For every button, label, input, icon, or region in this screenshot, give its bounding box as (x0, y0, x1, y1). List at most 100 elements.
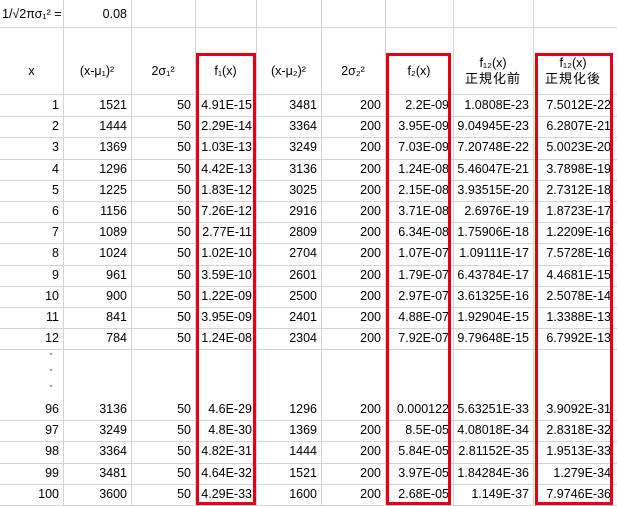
cell-f1[interactable]: 7.26E-12 (195, 201, 256, 222)
cell-two-sigma1-sq[interactable]: 50 (131, 159, 195, 180)
cell-f12-normalized[interactable]: 1.8723E-17 (533, 201, 615, 222)
cell-x[interactable]: 7 (0, 222, 63, 243)
cell-f2[interactable]: 7.92E-07 (385, 328, 453, 349)
cell-x[interactable]: 9 (0, 265, 63, 286)
cell-f12-raw[interactable]: 2.81152E-35 (453, 441, 533, 462)
cell-f2[interactable]: 3.97E-05 (385, 463, 453, 484)
cell-sq-diff-2[interactable]: 2304 (256, 328, 321, 349)
cell-sq-diff-1[interactable]: 1296 (63, 159, 131, 180)
cell-f1[interactable]: 1.83E-12 (195, 180, 256, 201)
cell-f12-normalized[interactable]: 2.7312E-18 (533, 180, 615, 201)
cell-sq-diff-1[interactable]: 1156 (63, 201, 131, 222)
cell-f12-normalized[interactable]: 5.0023E-20 (533, 137, 615, 158)
cell-f12-raw[interactable]: 1.84284E-36 (453, 463, 533, 484)
cell-f1[interactable]: 4.42E-13 (195, 159, 256, 180)
cell-f12-raw[interactable]: 6.43784E-17 (453, 265, 533, 286)
cell-x[interactable]: 10 (0, 286, 63, 307)
cell-sq-diff-2[interactable]: 3364 (256, 116, 321, 137)
cell-two-sigma2-sq[interactable]: 200 (321, 420, 385, 441)
cell-two-sigma2-sq[interactable]: 200 (321, 116, 385, 137)
cell-two-sigma2-sq[interactable]: 200 (321, 286, 385, 307)
cell-x[interactable]: 97 (0, 420, 63, 441)
cell-f1[interactable]: 1.02E-10 (195, 243, 256, 264)
param-value[interactable]: 0.08 (63, 2, 131, 26)
cell-two-sigma1-sq[interactable]: 50 (131, 328, 195, 349)
cell-two-sigma2-sq[interactable]: 200 (321, 222, 385, 243)
cell-f12-raw[interactable]: 9.79648E-15 (453, 328, 533, 349)
cell-two-sigma1-sq[interactable]: 50 (131, 201, 195, 222)
cell-two-sigma1-sq[interactable]: 50 (131, 180, 195, 201)
cell-x[interactable]: 1 (0, 95, 63, 116)
cell-f12-raw[interactable]: 1.0808E-23 (453, 95, 533, 116)
cell-f2[interactable]: 1.07E-07 (385, 243, 453, 264)
cell-sq-diff-2[interactable]: 3481 (256, 95, 321, 116)
cell-sq-diff-1[interactable]: 3136 (63, 399, 131, 420)
cell-two-sigma1-sq[interactable]: 50 (131, 137, 195, 158)
cell-two-sigma2-sq[interactable]: 200 (321, 180, 385, 201)
cell-sq-diff-1[interactable]: 900 (63, 286, 131, 307)
cell-sq-diff-1[interactable]: 1225 (63, 180, 131, 201)
cell-sq-diff-1[interactable]: 1024 (63, 243, 131, 264)
cell-sq-diff-2[interactable]: 2401 (256, 307, 321, 328)
cell-f12-raw[interactable]: 4.08018E-34 (453, 420, 533, 441)
cell-sq-diff-1[interactable]: 1521 (63, 95, 131, 116)
cell-f12-raw[interactable]: 1.149E-37 (453, 484, 533, 505)
cell-f12-raw[interactable]: 1.92904E-15 (453, 307, 533, 328)
cell-f2[interactable]: 2.97E-07 (385, 286, 453, 307)
cell-f12-normalized[interactable]: 2.5078E-14 (533, 286, 615, 307)
cell-two-sigma2-sq[interactable]: 200 (321, 399, 385, 420)
cell-x[interactable]: 6 (0, 201, 63, 222)
cell-two-sigma1-sq[interactable]: 50 (131, 441, 195, 462)
cell-f2[interactable]: 2.68E-05 (385, 484, 453, 505)
cell-sq-diff-1[interactable]: 3600 (63, 484, 131, 505)
cell-two-sigma1-sq[interactable]: 50 (131, 399, 195, 420)
cell-f1[interactable]: 3.59E-10 (195, 265, 256, 286)
cell-sq-diff-1[interactable]: 784 (63, 328, 131, 349)
cell-x[interactable]: 3 (0, 137, 63, 158)
cell-two-sigma1-sq[interactable]: 50 (131, 484, 195, 505)
cell-sq-diff-2[interactable]: 2601 (256, 265, 321, 286)
cell-f12-normalized[interactable]: 1.9513E-33 (533, 441, 615, 462)
cell-f12-raw[interactable]: 3.93515E-20 (453, 180, 533, 201)
cell-x[interactable]: 12 (0, 328, 63, 349)
cell-f1[interactable]: 1.03E-13 (195, 137, 256, 158)
cell-sq-diff-2[interactable]: 1600 (256, 484, 321, 505)
cell-f2[interactable]: 5.84E-05 (385, 441, 453, 462)
cell-sq-diff-1[interactable]: 1089 (63, 222, 131, 243)
cell-two-sigma1-sq[interactable]: 50 (131, 307, 195, 328)
cell-f12-normalized[interactable]: 4.4681E-15 (533, 265, 615, 286)
cell-f12-normalized[interactable]: 3.9092E-31 (533, 399, 615, 420)
cell-x[interactable]: 8 (0, 243, 63, 264)
cell-sq-diff-2[interactable]: 1369 (256, 420, 321, 441)
cell-two-sigma2-sq[interactable]: 200 (321, 328, 385, 349)
cell-f2[interactable]: 2.15E-08 (385, 180, 453, 201)
cell-two-sigma2-sq[interactable]: 200 (321, 484, 385, 505)
cell-f2[interactable]: 1.79E-07 (385, 265, 453, 286)
cell-two-sigma1-sq[interactable]: 50 (131, 95, 195, 116)
cell-x[interactable]: 99 (0, 463, 63, 484)
cell-two-sigma2-sq[interactable]: 200 (321, 201, 385, 222)
cell-sq-diff-2[interactable]: 2704 (256, 243, 321, 264)
cell-f12-raw[interactable]: 1.75906E-18 (453, 222, 533, 243)
cell-two-sigma1-sq[interactable]: 50 (131, 463, 195, 484)
cell-x[interactable]: 5 (0, 180, 63, 201)
cell-two-sigma1-sq[interactable]: 50 (131, 243, 195, 264)
cell-sq-diff-2[interactable]: 3136 (256, 159, 321, 180)
cell-x[interactable]: 2 (0, 116, 63, 137)
cell-f1[interactable]: 2.77E-11 (195, 222, 256, 243)
cell-f1[interactable]: 1.24E-08 (195, 328, 256, 349)
cell-two-sigma1-sq[interactable]: 50 (131, 420, 195, 441)
cell-two-sigma1-sq[interactable]: 50 (131, 265, 195, 286)
cell-two-sigma2-sq[interactable]: 200 (321, 159, 385, 180)
cell-sq-diff-1[interactable]: 3249 (63, 420, 131, 441)
cell-f12-normalized[interactable]: 1.279E-34 (533, 463, 615, 484)
cell-f12-normalized[interactable]: 2.8318E-32 (533, 420, 615, 441)
cell-sq-diff-2[interactable]: 2916 (256, 201, 321, 222)
cell-two-sigma2-sq[interactable]: 200 (321, 137, 385, 158)
cell-f1[interactable]: 1.22E-09 (195, 286, 256, 307)
cell-sq-diff-2[interactable]: 3025 (256, 180, 321, 201)
cell-sq-diff-1[interactable]: 1369 (63, 137, 131, 158)
cell-f12-normalized[interactable]: 1.3388E-13 (533, 307, 615, 328)
cell-sq-diff-2[interactable]: 2500 (256, 286, 321, 307)
cell-f2[interactable]: 7.03E-09 (385, 137, 453, 158)
